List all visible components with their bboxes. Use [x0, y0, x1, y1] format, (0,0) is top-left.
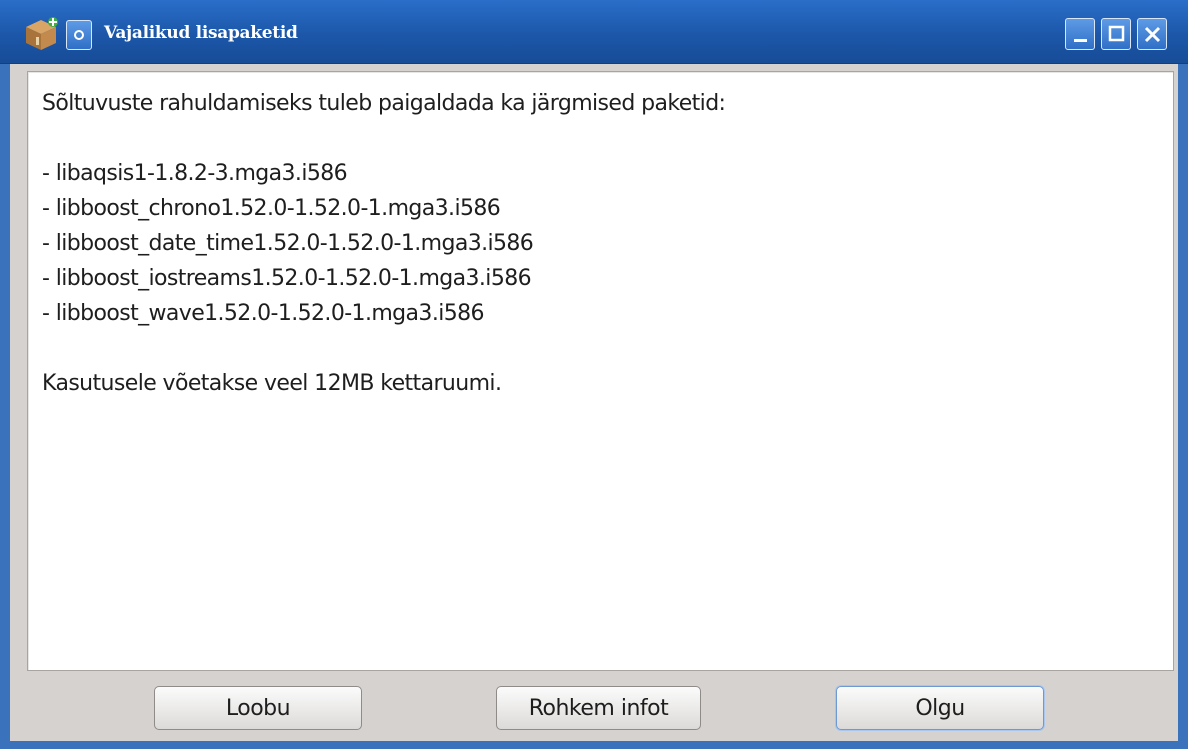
maximize-icon — [1108, 25, 1125, 42]
close-icon — [1144, 26, 1161, 43]
package-icon — [22, 15, 60, 53]
summary-text: Kasutusele võetakse veel 12MB kettaruumi… — [42, 371, 502, 396]
package-item: - libboost_chrono1.52.0-1.52.0-1.mga3.i5… — [42, 196, 501, 221]
dialog-body: Sõltuvuste rahuldamiseks tuleb paigaldad… — [10, 64, 1178, 741]
intro-text: Sõltuvuste rahuldamiseks tuleb paigaldad… — [42, 91, 726, 116]
maximize-button[interactable] — [1101, 18, 1131, 50]
package-item: - libboost_date_time1.52.0-1.52.0-1.mga3… — [42, 231, 534, 256]
package-item: - libaqsis1-1.8.2-3.mga3.i586 — [42, 161, 348, 186]
window-menu-button[interactable] — [66, 20, 92, 50]
message-text-area[interactable]: Sõltuvuste rahuldamiseks tuleb paigaldad… — [27, 71, 1174, 671]
cancel-button[interactable]: Loobu — [154, 686, 362, 730]
ok-button[interactable]: Olgu — [836, 686, 1044, 730]
minimize-button[interactable] — [1065, 18, 1095, 50]
package-item: - libboost_iostreams1.52.0-1.52.0-1.mga3… — [42, 266, 532, 291]
more-info-button[interactable]: Rohkem infot — [496, 686, 701, 730]
dialog-window: Vajalikud lisapaketid Sõltuvuste rahulda… — [0, 0, 1188, 749]
package-item: - libboost_wave1.52.0-1.52.0-1.mga3.i586 — [42, 301, 485, 326]
minimize-icon — [1074, 39, 1087, 42]
title-bar[interactable]: Vajalikud lisapaketid — [0, 0, 1188, 64]
close-button[interactable] — [1137, 18, 1167, 50]
window-menu-icon — [74, 30, 84, 40]
window-title: Vajalikud lisapaketid — [104, 23, 298, 43]
